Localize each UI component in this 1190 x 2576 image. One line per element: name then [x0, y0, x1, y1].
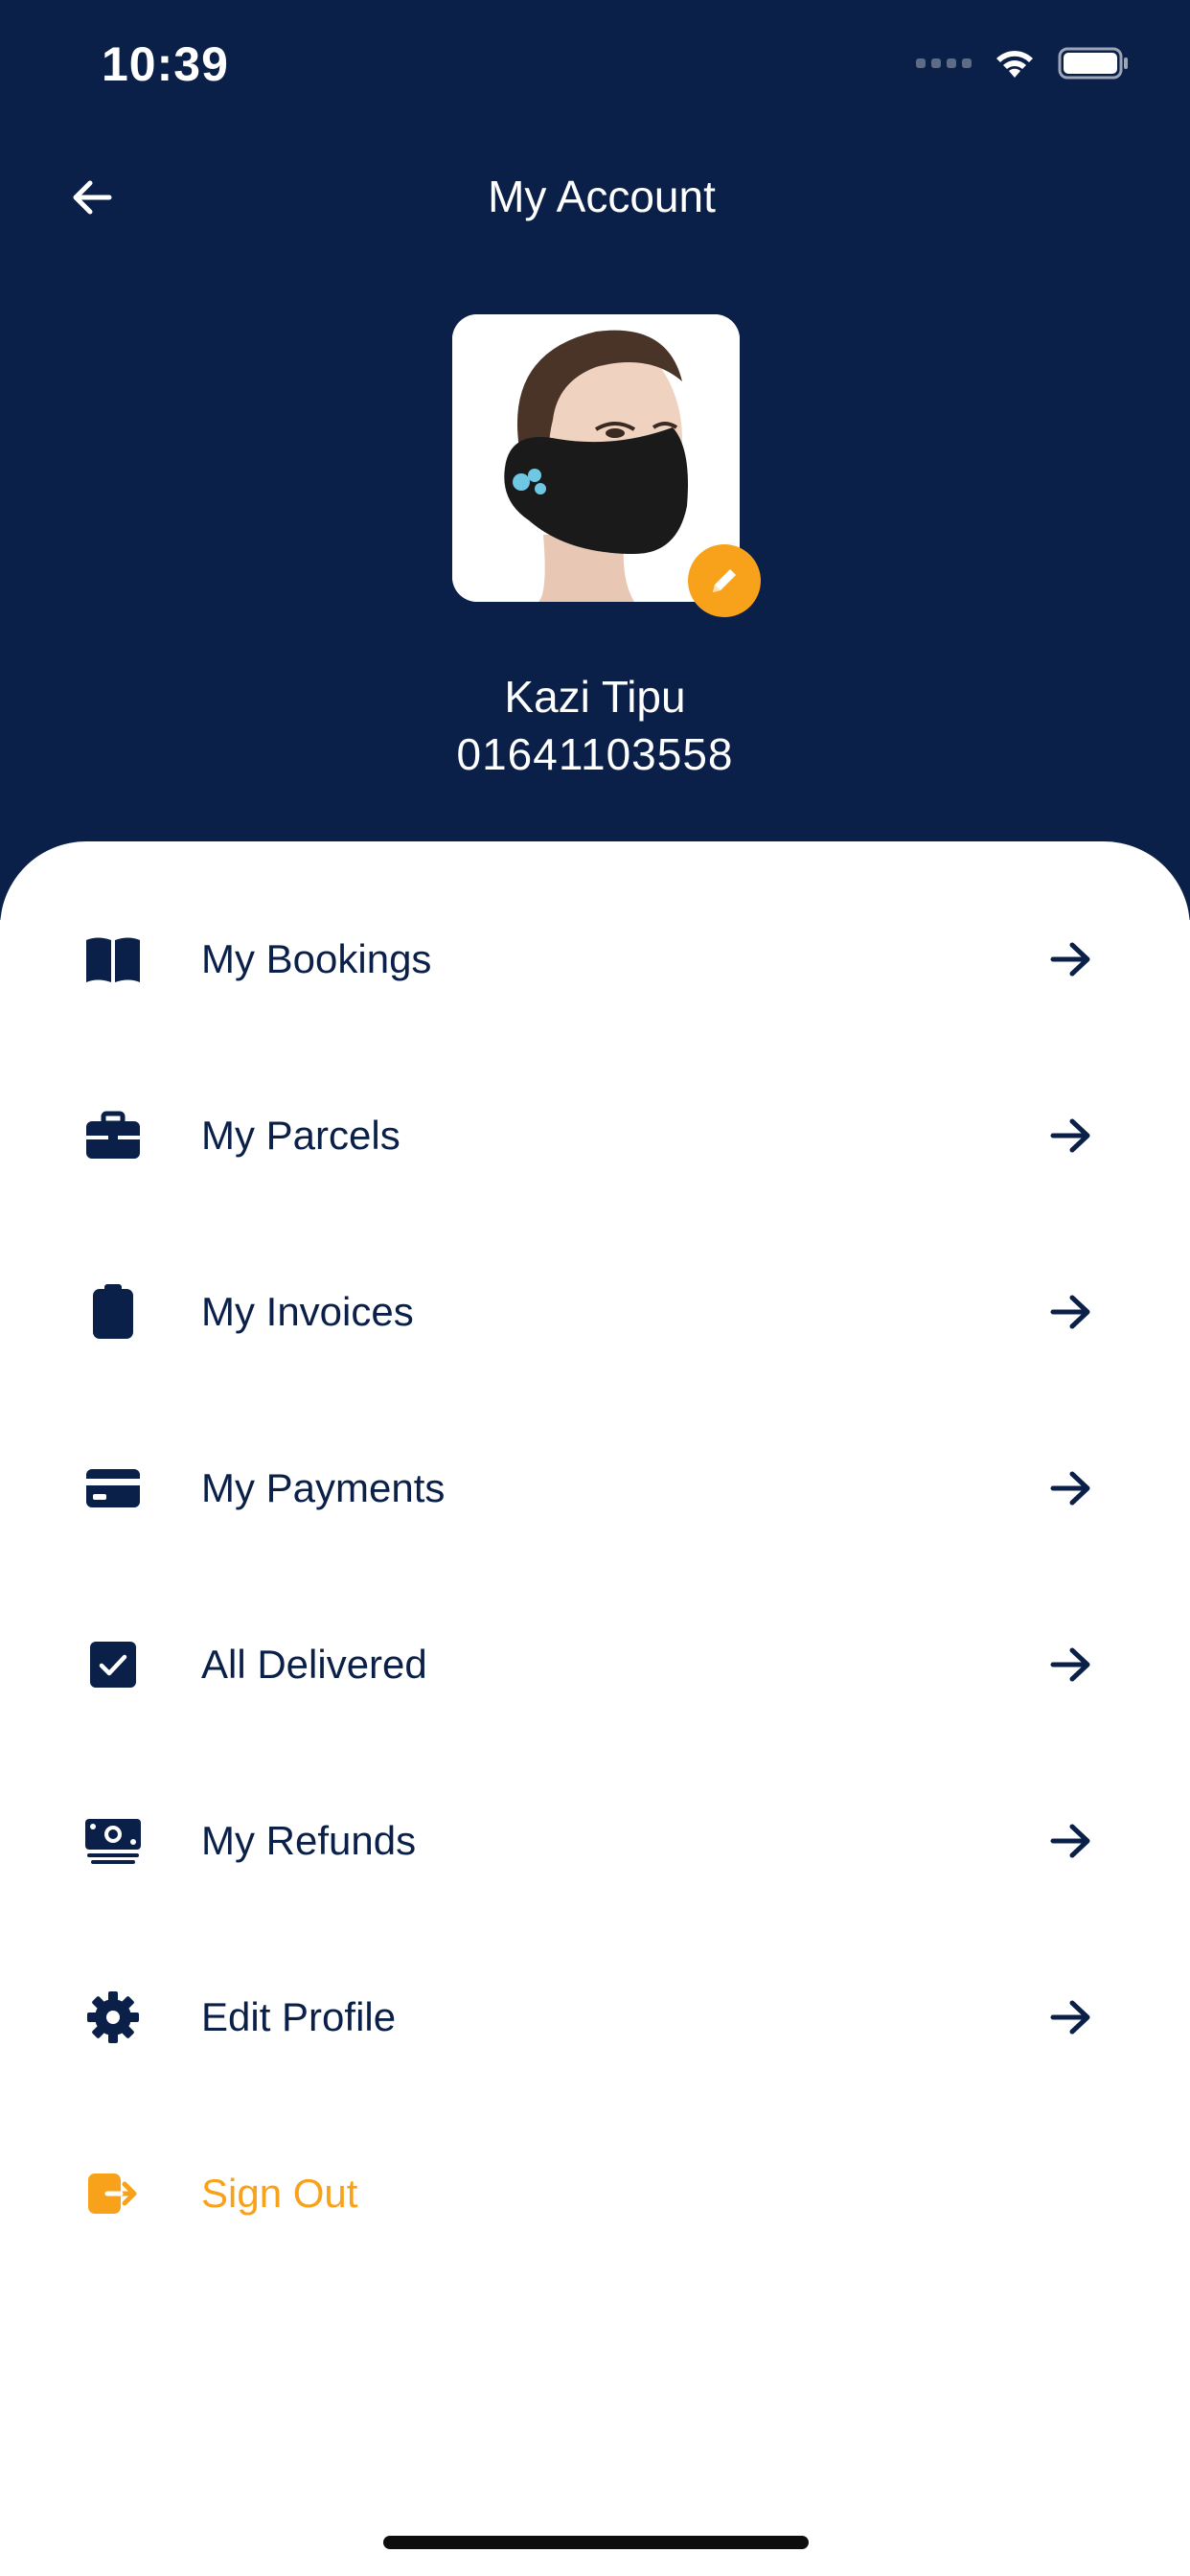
account-screen: 10:39 My Account Kazi Tipu 01641103558 M… [0, 0, 1190, 2576]
menu-item-label: My Invoices [201, 1289, 414, 1334]
menu-item-my-bookings[interactable]: My Bookings [0, 883, 1190, 1036]
status-icons [916, 44, 1131, 82]
arrow-right-icon [1044, 1285, 1098, 1339]
menu-item-label: My Refunds [201, 1818, 417, 1863]
menu-item-my-parcels[interactable]: My Parcels [0, 1059, 1190, 1212]
briefcase-icon [79, 1101, 148, 1170]
arrow-right-icon [1044, 1638, 1098, 1691]
menu-sheet: My Bookings My Parcels My Invoices My Pa… [0, 841, 1190, 2576]
menu-item-label: All Delivered [201, 1642, 427, 1687]
arrow-right-icon [1044, 1814, 1098, 1868]
menu-item-label: My Parcels [201, 1113, 400, 1158]
user-name: Kazi Tipu [504, 672, 686, 722]
sign-out-button[interactable]: Sign Out [0, 2117, 1190, 2270]
menu-item-all-delivered[interactable]: All Delivered [0, 1588, 1190, 1741]
signal-icon [916, 58, 972, 68]
clipboard-icon [79, 1277, 148, 1346]
arrow-right-icon [1044, 1990, 1098, 2044]
menu-item-my-refunds[interactable]: My Refunds [0, 1764, 1190, 1918]
status-time: 10:39 [102, 37, 229, 91]
sign-out-label: Sign Out [201, 2171, 358, 2216]
menu-item-label: My Payments [201, 1465, 446, 1510]
edit-photo-button[interactable] [688, 544, 761, 617]
check-square-icon [79, 1630, 148, 1699]
menu-item-label: Edit Profile [201, 1994, 397, 2039]
battery-icon [1058, 46, 1131, 80]
arrow-right-icon [1044, 1109, 1098, 1162]
menu-item-edit-profile[interactable]: Edit Profile [0, 1941, 1190, 2094]
menu-item-label: My Bookings [201, 936, 432, 981]
pencil-icon [713, 569, 736, 592]
page-title: My Account [488, 172, 716, 221]
status-bar: 10:39 [0, 0, 1190, 134]
money-bill-icon [79, 1806, 148, 1875]
header: 10:39 My Account Kazi Tipu 01641103558 [0, 0, 1190, 920]
menu-item-my-payments[interactable]: My Payments [0, 1412, 1190, 1565]
book-icon [79, 925, 148, 994]
arrow-right-icon [1044, 932, 1098, 986]
arrow-right-icon [1044, 1461, 1098, 1515]
user-phone: 01641103558 [456, 729, 734, 779]
wifi-icon [993, 46, 1037, 80]
avatar-container [452, 314, 761, 617]
sign-out-icon [79, 2159, 148, 2228]
credit-card-icon [79, 1454, 148, 1523]
home-indicator [383, 2536, 809, 2549]
gear-icon [79, 1983, 148, 2052]
menu-item-my-invoices[interactable]: My Invoices [0, 1235, 1190, 1389]
